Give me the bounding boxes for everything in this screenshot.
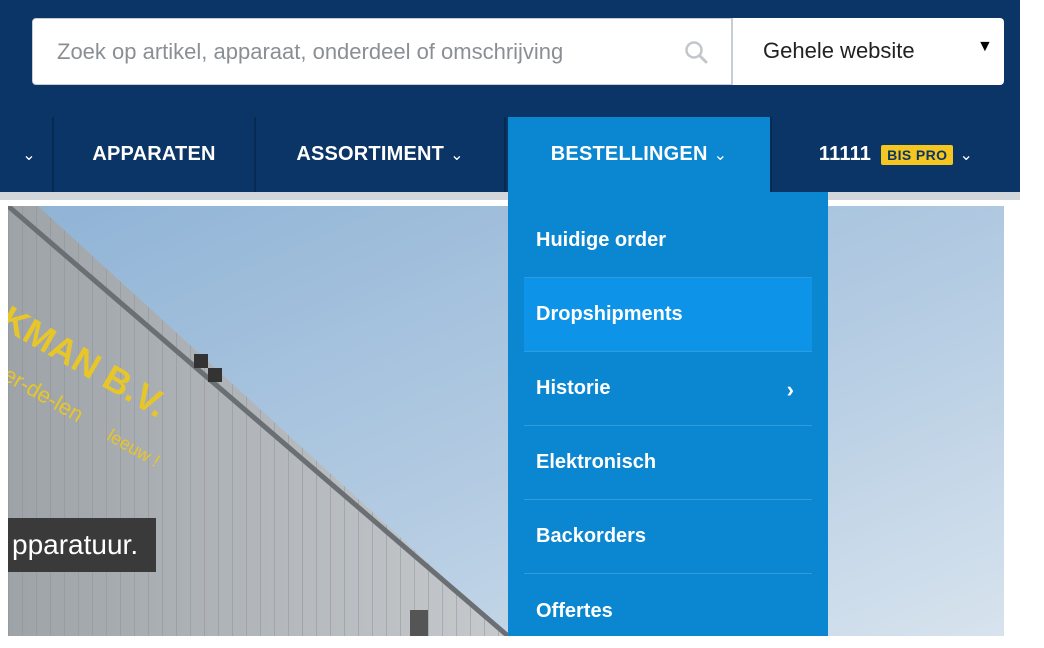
menu-item-label: Offertes: [536, 599, 613, 622]
main-nav: ⌄ APPARATEN ASSORTIMENT ⌄ BESTELLINGEN ⌄…: [0, 117, 1020, 192]
menu-item-label: Dropshipments: [536, 303, 683, 325]
menu-item-dropshipments[interactable]: Dropshipments: [524, 278, 812, 352]
menu-item-label: Huidige order: [536, 229, 667, 251]
search-scope-value: Gehele website: [763, 38, 915, 63]
bestellingen-dropdown: Huidige order Dropshipments Historie › E…: [508, 192, 828, 636]
search-input[interactable]: [33, 19, 683, 84]
chevron-down-icon: ⌄: [713, 146, 728, 164]
chevron-down-icon: ⌄: [450, 146, 464, 164]
chevron-down-icon: ⌄: [22, 146, 36, 164]
menu-item-backorders[interactable]: Backorders: [524, 500, 812, 574]
header-gutter: [1020, 0, 1044, 200]
menu-item-historie[interactable]: Historie ›: [524, 352, 812, 426]
menu-item-label: Backorders: [536, 525, 647, 547]
search-box: [32, 18, 732, 85]
search-scope-select[interactable]: Gehele website ▼: [732, 18, 1004, 85]
menu-item-label: Elektronisch: [536, 451, 657, 473]
nav-item-label: ASSORTIMENT: [296, 143, 445, 165]
chevron-down-icon: ⌄: [959, 146, 974, 164]
nav-item-apparaten[interactable]: APPARATEN: [54, 117, 256, 192]
menu-item-huidige-order[interactable]: Huidige order: [524, 204, 812, 278]
nav-item-account[interactable]: 11111 BIS PRO ⌄: [770, 117, 1020, 192]
nav-item-label: BESTELLINGEN: [550, 143, 708, 165]
nav-item-label: APPARATEN: [92, 143, 216, 165]
status-badge: BIS PRO: [881, 144, 954, 165]
search-icon[interactable]: [683, 39, 709, 65]
caret-down-icon: ▼: [977, 38, 993, 55]
menu-item-label: Historie: [536, 377, 611, 399]
nav-item-previous[interactable]: ⌄: [0, 117, 54, 192]
menu-item-elektronisch[interactable]: Elektronisch: [524, 426, 812, 500]
chevron-right-icon: ›: [786, 377, 794, 402]
hero-image: KMAN B.V. -der-de-len leeuw !: [8, 206, 1004, 636]
nav-item-bestellingen[interactable]: BESTELLINGEN ⌄: [508, 117, 770, 192]
menu-item-offertes[interactable]: Offertes: [524, 574, 812, 648]
nav-item-assortiment[interactable]: ASSORTIMENT ⌄: [256, 117, 506, 192]
account-number: 11111: [818, 143, 872, 165]
hero-caption: pparatuur.: [8, 518, 157, 572]
